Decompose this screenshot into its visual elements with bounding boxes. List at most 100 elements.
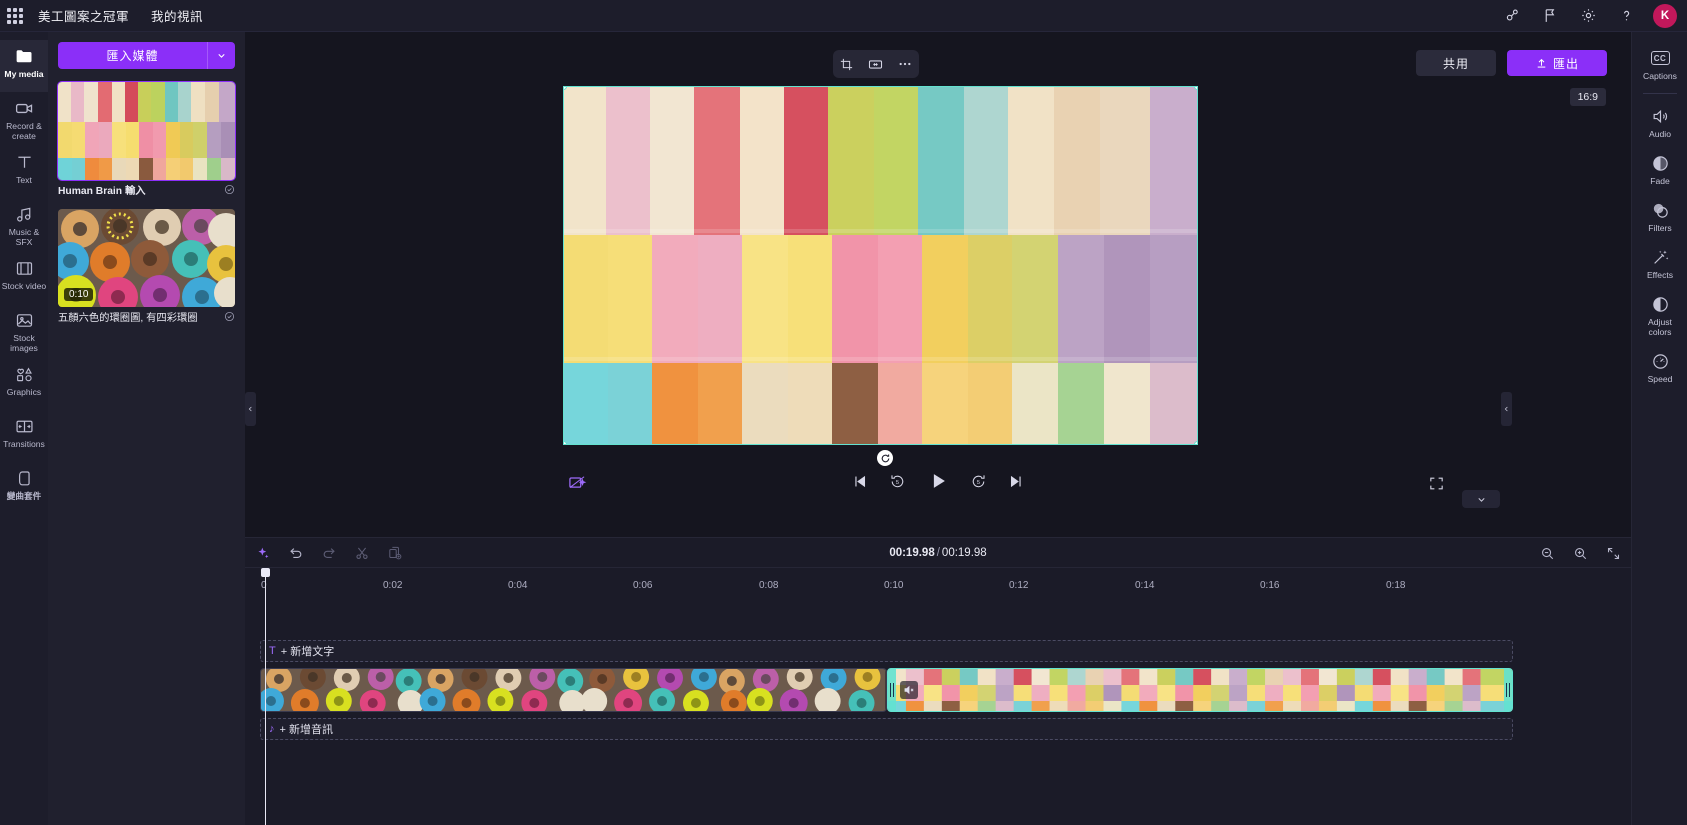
check-circle-icon[interactable] bbox=[224, 311, 235, 326]
image-icon bbox=[14, 310, 35, 330]
fade-circle-icon bbox=[1651, 153, 1670, 173]
collapse-timeline-button[interactable] bbox=[1462, 490, 1500, 508]
timecode-display: 00:19.98 / 00:19.98 bbox=[889, 538, 986, 568]
tool-fade[interactable]: Fade bbox=[1632, 145, 1687, 192]
check-circle-icon[interactable] bbox=[224, 184, 235, 199]
add-audio-track[interactable]: ♪ + 新增音訊 bbox=[260, 718, 1513, 740]
tool-label: Adjust colors bbox=[1648, 317, 1672, 337]
help-icon[interactable] bbox=[1607, 0, 1645, 32]
left-navigation-rail: My media Record & create Text Music & SF… bbox=[0, 32, 48, 825]
magnifier-minus-icon[interactable] bbox=[1540, 546, 1555, 561]
fit-resize-icon[interactable] bbox=[867, 56, 884, 73]
import-media-button[interactable]: 匯入媒體 bbox=[58, 42, 207, 69]
duplicate-icon[interactable] bbox=[387, 545, 403, 561]
more-options-icon[interactable] bbox=[897, 56, 913, 72]
tool-audio[interactable]: Audio bbox=[1632, 98, 1687, 145]
auto-compose-icon[interactable] bbox=[567, 473, 587, 498]
sidebar-label: Stock video bbox=[1, 281, 47, 291]
collapse-left-panel-handle[interactable] bbox=[245, 392, 256, 426]
playhead[interactable] bbox=[261, 568, 270, 825]
resize-handle-top-right[interactable] bbox=[1194, 87, 1197, 90]
resize-handle-bottom-left[interactable] bbox=[564, 441, 567, 444]
media-thumbnail-macarons[interactable] bbox=[57, 81, 236, 181]
waffle-grid-icon[interactable] bbox=[6, 7, 24, 25]
add-text-track[interactable]: T + 新增文字 bbox=[260, 640, 1513, 662]
settings-gear-icon[interactable] bbox=[1569, 0, 1607, 32]
forward-5s-button[interactable]: 5 bbox=[970, 473, 987, 490]
resize-handle-bottom-right[interactable] bbox=[1194, 441, 1197, 444]
rewind-5s-button[interactable]: 5 bbox=[889, 473, 906, 490]
text-t-icon bbox=[14, 152, 35, 172]
export-button[interactable]: 匯出 bbox=[1507, 50, 1607, 76]
video-preview-canvas[interactable] bbox=[563, 86, 1198, 445]
sidebar-item-text[interactable]: Text bbox=[0, 146, 48, 198]
fullscreen-icon[interactable] bbox=[1428, 475, 1445, 497]
total-time: 00:19.98 bbox=[941, 547, 987, 559]
preview-stage: 共用 匯出 16:9 5 5 bbox=[245, 32, 1631, 537]
add-text-label: + 新增文字 bbox=[280, 646, 335, 658]
ruler-tick: 0:18 bbox=[1386, 580, 1406, 591]
add-audio-label: + 新增音訊 bbox=[279, 724, 333, 736]
clip-trim-handle-left[interactable] bbox=[887, 669, 896, 711]
timeline-tool-group bbox=[255, 538, 403, 568]
sidebar-item-brand-kit[interactable]: 變曲套件 bbox=[0, 462, 48, 514]
crop-icon[interactable] bbox=[839, 57, 854, 72]
video-clip-donuts[interactable] bbox=[260, 668, 887, 712]
chevron-down-icon[interactable] bbox=[207, 42, 235, 69]
sparkle-icon[interactable] bbox=[255, 545, 271, 561]
project-title[interactable]: 我的視訊 bbox=[151, 6, 203, 25]
list-item[interactable]: 0:10 五顏六色的環圈圖, 有四彩環圈 bbox=[58, 209, 235, 332]
media-panel: 匯入媒體 Human Brain 輸入 0:10 五顏六色的環圈圖, 有四彩環圈 bbox=[48, 32, 245, 825]
media-thumbnail-donuts[interactable]: 0:10 bbox=[58, 209, 235, 307]
tool-filters[interactable]: Filters bbox=[1632, 192, 1687, 239]
collapse-right-panel-handle[interactable] bbox=[1501, 392, 1512, 426]
magnifier-plus-icon[interactable] bbox=[1573, 546, 1588, 561]
undo-arrow-icon[interactable] bbox=[288, 545, 304, 561]
people-share-icon[interactable] bbox=[1493, 0, 1531, 32]
timeline-toolbar: 00:19.98 / 00:19.98 bbox=[245, 538, 1631, 568]
time-separator: / bbox=[936, 547, 940, 559]
mute-icon[interactable] bbox=[899, 681, 918, 699]
half-circle-icon bbox=[1651, 294, 1670, 314]
skip-to-start-button[interactable] bbox=[851, 473, 868, 490]
sidebar-item-record-create[interactable]: Record & create bbox=[0, 92, 48, 146]
scissors-icon[interactable] bbox=[354, 545, 370, 561]
skip-to-end-button[interactable] bbox=[1008, 473, 1025, 490]
list-item[interactable]: Human Brain 輸入 bbox=[57, 81, 236, 205]
flag-feedback-icon[interactable] bbox=[1531, 0, 1569, 32]
cc-icon: CC bbox=[1650, 48, 1670, 68]
media-caption: Human Brain 輸入 bbox=[58, 180, 235, 205]
timeline-ruler[interactable]: 0 0:02 0:04 0:06 0:08 0:10 0:12 0:14 0:1… bbox=[245, 568, 1631, 825]
camera-icon bbox=[14, 98, 35, 118]
tool-label: Effects bbox=[1646, 270, 1674, 280]
media-title: 五顏六色的環圈圖, 有四彩環圈 bbox=[58, 313, 198, 324]
tool-effects[interactable]: Effects bbox=[1632, 239, 1687, 286]
sidebar-item-transitions[interactable]: Transitions bbox=[0, 410, 48, 462]
play-button[interactable] bbox=[927, 470, 949, 492]
timeline-zoom-group bbox=[1540, 538, 1621, 568]
clip-trim-handle-right[interactable] bbox=[1504, 669, 1512, 711]
sidebar-item-graphics[interactable]: Graphics bbox=[0, 358, 48, 410]
ruler-tick: 0:08 bbox=[759, 580, 779, 591]
sidebar-label: My media bbox=[4, 69, 44, 79]
sidebar-label: Record & create bbox=[6, 121, 42, 141]
transitions-icon bbox=[14, 416, 35, 436]
fit-arrows-icon[interactable] bbox=[1606, 546, 1621, 561]
tool-speed[interactable]: Speed bbox=[1632, 343, 1687, 390]
sidebar-item-my-media[interactable]: My media bbox=[0, 40, 48, 92]
video-clip-macarons[interactable] bbox=[886, 668, 1513, 712]
tool-captions[interactable]: CC Captions bbox=[1632, 40, 1687, 87]
sidebar-item-stock-video[interactable]: Stock video bbox=[0, 252, 48, 304]
avatar[interactable]: K bbox=[1653, 3, 1677, 28]
tool-label: Filters bbox=[1648, 223, 1672, 233]
playback-controls: 5 5 bbox=[851, 470, 1025, 492]
svg-text:5: 5 bbox=[896, 479, 899, 485]
aspect-ratio-badge[interactable]: 16:9 bbox=[1569, 88, 1606, 106]
sidebar-item-music-sfx[interactable]: Music & SFX bbox=[0, 198, 48, 252]
redo-arrow-icon[interactable] bbox=[321, 545, 337, 561]
playback-bar: 5 5 bbox=[245, 464, 1631, 504]
sidebar-item-stock-images[interactable]: Stock images bbox=[0, 304, 48, 358]
tool-adjust-colors[interactable]: Adjust colors bbox=[1632, 286, 1687, 343]
share-button[interactable]: 共用 bbox=[1416, 50, 1496, 76]
export-label: 匯出 bbox=[1552, 56, 1579, 71]
